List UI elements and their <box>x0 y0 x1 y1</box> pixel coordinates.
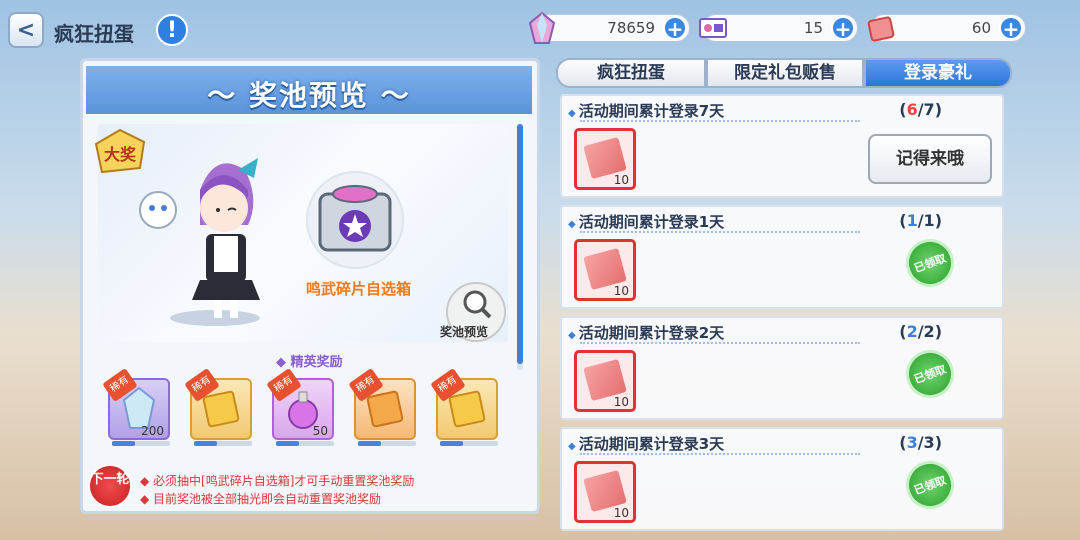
divider <box>580 342 860 344</box>
resource-crystal: 78659 + <box>528 11 690 44</box>
reward-item[interactable]: 10 <box>574 128 636 190</box>
reward-progress <box>276 441 334 446</box>
mission-row: 活动期间累计登录7天 (6/7) 10 记得来哦 <box>560 94 1004 198</box>
magnifier-icon <box>463 290 492 319</box>
reward-count: 50 <box>312 424 328 438</box>
reward-progress <box>112 441 170 446</box>
prize-pool-title: 〜 奖池预览 〜 <box>207 79 411 112</box>
mission-row: 活动期间累计登录3天 (3/3) 10 已领取 <box>560 427 1004 531</box>
tab-crazy-gacha[interactable]: 疯狂扭蛋 <box>556 58 706 88</box>
mission-row: 活动期间累计登录2天 (2/2) 10 已领取 <box>560 316 1004 420</box>
claimed-stamp: 已领取 <box>899 232 961 294</box>
divider <box>580 453 860 455</box>
reward-item[interactable]: 稀有 50 <box>266 367 334 446</box>
mission-progress: (2/2) <box>899 322 942 341</box>
shard-icon <box>867 16 895 42</box>
reward-item[interactable]: 稀有 <box>348 367 416 446</box>
item-count: 10 <box>613 173 629 187</box>
pool-scroll-thumb[interactable] <box>517 124 523 364</box>
tab-limited-packs[interactable]: 限定礼包贩售 <box>706 58 864 88</box>
ticket-value: 15 <box>803 19 823 37</box>
reward-progress <box>194 441 252 446</box>
mission-title: 活动期间累计登录2天 <box>568 322 724 343</box>
reward-progress <box>440 441 498 446</box>
next-round-button[interactable]: 下一轮 <box>88 464 132 508</box>
reward-item[interactable]: 稀有 <box>184 367 252 446</box>
mission-row: 活动期间累计登录1天 (1/1) 10 已领取 <box>560 205 1004 309</box>
crystal-value: 78659 <box>607 19 655 37</box>
item-count: 10 <box>613 506 629 520</box>
selection-box-label: 鸣武碎片自选箱 <box>306 280 412 298</box>
item-count: 10 <box>613 284 629 298</box>
back-icon: < <box>16 17 36 43</box>
pool-note: ◆ 目前奖池被全部抽光即会自动重置奖池奖励 <box>140 492 382 506</box>
add-ticket-button[interactable]: + <box>831 16 855 40</box>
reward-item[interactable]: 10 <box>574 350 636 412</box>
resource-ticket: 15 + <box>699 14 858 42</box>
add-shard-button[interactable]: + <box>999 16 1023 40</box>
claimed-stamp: 已领取 <box>899 343 961 405</box>
remind-button[interactable]: 记得来哦 <box>868 134 992 184</box>
info-icon: ! <box>166 17 178 43</box>
reward-item[interactable]: 10 <box>574 239 636 301</box>
elite-rewards-label: ◆ 精英奖励 <box>276 355 343 370</box>
mission-progress: (6/7) <box>899 100 942 119</box>
claimed-stamp: 已领取 <box>899 454 961 516</box>
mission-title: 活动期间累计登录3天 <box>568 433 724 454</box>
divider <box>580 120 860 122</box>
divider <box>580 231 860 233</box>
mission-title: 活动期间累计登录1天 <box>568 211 724 232</box>
item-count: 10 <box>613 395 629 409</box>
add-crystal-button[interactable]: + <box>663 16 687 40</box>
crystal-icon <box>528 11 556 44</box>
mission-title: 活动期间累计登录7天 <box>568 100 724 121</box>
reward-item[interactable]: 稀有 200 <box>102 367 170 446</box>
back-button[interactable]: < <box>8 12 44 48</box>
resource-shard: 60 + <box>867 14 1026 42</box>
pool-preview-label: 奖池预览 <box>440 325 489 339</box>
ticket-icon <box>699 18 727 38</box>
tab-login-rewards[interactable]: 登录豪礼 <box>864 58 1012 88</box>
page-title: 疯狂扭蛋 <box>54 22 134 46</box>
mission-progress: (3/3) <box>899 433 942 452</box>
selection-box-icon <box>306 171 404 269</box>
reward-progress <box>358 441 416 446</box>
shard-value: 60 <box>971 19 991 37</box>
reward-count: 200 <box>141 424 164 438</box>
mission-progress: (1/1) <box>899 211 942 230</box>
info-button[interactable]: ! <box>156 14 188 46</box>
pool-note: ◆ 必须抽中[鸣武碎片自选箱]才可手动重置奖池奖励 <box>140 474 415 488</box>
character-illustration <box>139 158 260 326</box>
reward-item[interactable]: 10 <box>574 461 636 523</box>
reward-item[interactable]: 稀有 <box>430 367 498 446</box>
